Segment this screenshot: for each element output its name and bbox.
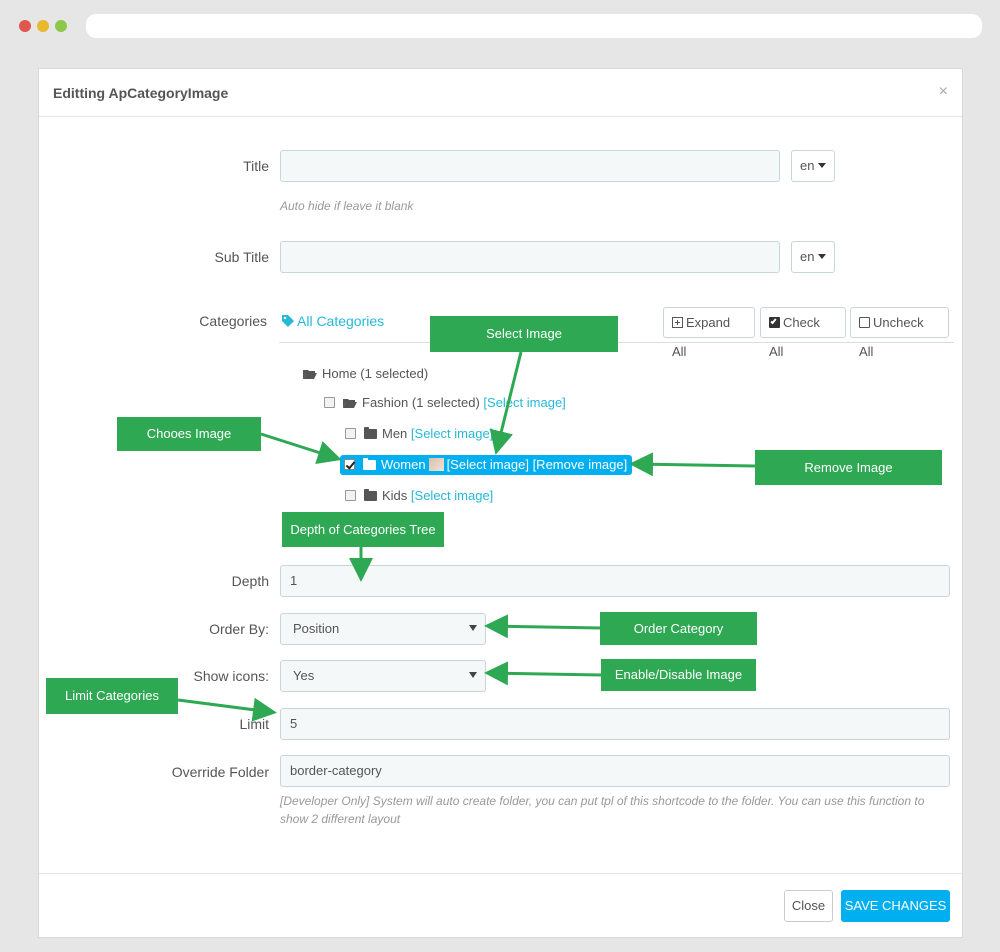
women-checkbox[interactable] — [344, 459, 355, 470]
all-categories-link[interactable]: All Categories — [282, 313, 384, 329]
callout-order-category: Order Category — [600, 612, 757, 645]
fashion-checkbox[interactable] — [324, 397, 335, 408]
address-bar[interactable] — [86, 14, 982, 38]
tree-item-kids[interactable]: Kids [Select image] — [345, 488, 493, 503]
minimize-window-dot[interactable] — [37, 20, 49, 32]
tree-label-fashion: Fashion (1 selected) — [362, 395, 480, 410]
order-by-value: Position — [293, 621, 340, 636]
override-folder-help: [Developer Only] System will auto create… — [280, 794, 925, 826]
override-folder-label: Override Folder — [171, 764, 269, 780]
title-input[interactable] — [280, 150, 780, 182]
categories-label: Categories — [199, 313, 267, 329]
show-icons-label: Show icons: — [193, 668, 269, 684]
check-square-icon — [769, 317, 780, 328]
subtitle-label: Sub Title — [214, 249, 269, 265]
tree-label-men: Men — [382, 426, 408, 441]
kids-select-image-link[interactable]: [Select image] — [411, 488, 493, 503]
kids-checkbox[interactable] — [345, 490, 356, 501]
caret-down-icon — [469, 672, 477, 678]
all-categories-label: All Categories — [297, 313, 385, 329]
depth-label: Depth — [231, 573, 269, 589]
uncheck-all-button[interactable]: Uncheck All — [850, 307, 949, 359]
modal-footer-divider — [39, 873, 962, 874]
check-all-button[interactable]: Check All — [760, 307, 846, 359]
tree-item-fashion[interactable]: Fashion (1 selected) [Select image] — [324, 395, 566, 410]
tree-label-women: Women — [381, 457, 426, 472]
folder-icon — [364, 427, 377, 439]
caret-down-icon — [818, 163, 827, 168]
save-changes-button[interactable]: SAVE CHANGES — [841, 890, 950, 922]
subtitle-lang-dropdown[interactable]: en — [791, 241, 835, 273]
women-select-image-link[interactable]: [Select image] — [447, 457, 529, 472]
callout-choose-image: Chooes Image — [117, 417, 261, 451]
order-by-label: Order By: — [209, 621, 269, 637]
plus-square-icon — [672, 317, 683, 328]
folder-icon — [363, 458, 376, 470]
depth-input[interactable]: 1 — [280, 565, 950, 597]
title-lang-dropdown[interactable]: en — [791, 150, 835, 182]
show-icons-select[interactable]: Yes — [280, 660, 486, 692]
folder-open-icon — [303, 370, 317, 379]
callout-depth-tree: Depth of Categories Tree — [282, 512, 444, 547]
square-icon — [859, 317, 870, 328]
edit-modal: Editting ApCategoryImage × Title en Auto… — [38, 68, 963, 938]
title-label: Title — [243, 158, 269, 174]
folder-icon — [364, 489, 377, 501]
show-icons-value: Yes — [293, 668, 315, 683]
override-folder-input[interactable]: border-category — [280, 755, 950, 787]
women-remove-image-link[interactable]: [Remove image] — [533, 457, 628, 472]
folder-open-icon — [343, 399, 357, 408]
maximize-window-dot[interactable] — [55, 20, 67, 32]
tree-item-home[interactable]: Home (1 selected) — [303, 366, 428, 381]
close-window-dot[interactable] — [19, 20, 31, 32]
tree-item-men[interactable]: Men [Select image] — [345, 426, 493, 441]
men-select-image-link[interactable]: [Select image] — [411, 426, 493, 441]
subtitle-input[interactable] — [280, 241, 780, 273]
expand-all-button[interactable]: Expand All — [663, 307, 755, 359]
caret-down-icon — [469, 625, 477, 631]
fashion-select-image-link[interactable]: [Select image] — [483, 395, 565, 410]
tree-label-home: Home (1 selected) — [322, 366, 429, 381]
tree-label-kids: Kids — [382, 488, 408, 503]
caret-down-icon — [818, 254, 827, 259]
tag-icon — [282, 315, 294, 327]
title-lang-label: en — [800, 158, 815, 173]
close-button[interactable]: Close — [784, 890, 833, 922]
modal-title: Editting ApCategoryImage — [53, 85, 229, 101]
modal-header: Editting ApCategoryImage × — [39, 69, 962, 117]
callout-remove-image: Remove Image — [755, 450, 942, 485]
title-help: Auto hide if leave it blank — [280, 199, 414, 213]
limit-label: Limit — [239, 716, 269, 732]
men-checkbox[interactable] — [345, 428, 356, 439]
order-by-select[interactable]: Position — [280, 613, 486, 645]
callout-enable-disable-image: Enable/Disable Image — [601, 659, 756, 691]
tree-item-women[interactable]: Women [Select image] [Remove image] — [340, 455, 633, 475]
callout-select-image: Select Image — [430, 316, 618, 352]
limit-input[interactable]: 5 — [280, 708, 950, 740]
close-icon[interactable]: × — [939, 83, 948, 101]
browser-bar — [0, 0, 1000, 52]
callout-limit-categories: Limit Categories — [46, 678, 178, 714]
subtitle-lang-label: en — [800, 249, 815, 264]
category-thumbnail-image — [428, 458, 444, 471]
